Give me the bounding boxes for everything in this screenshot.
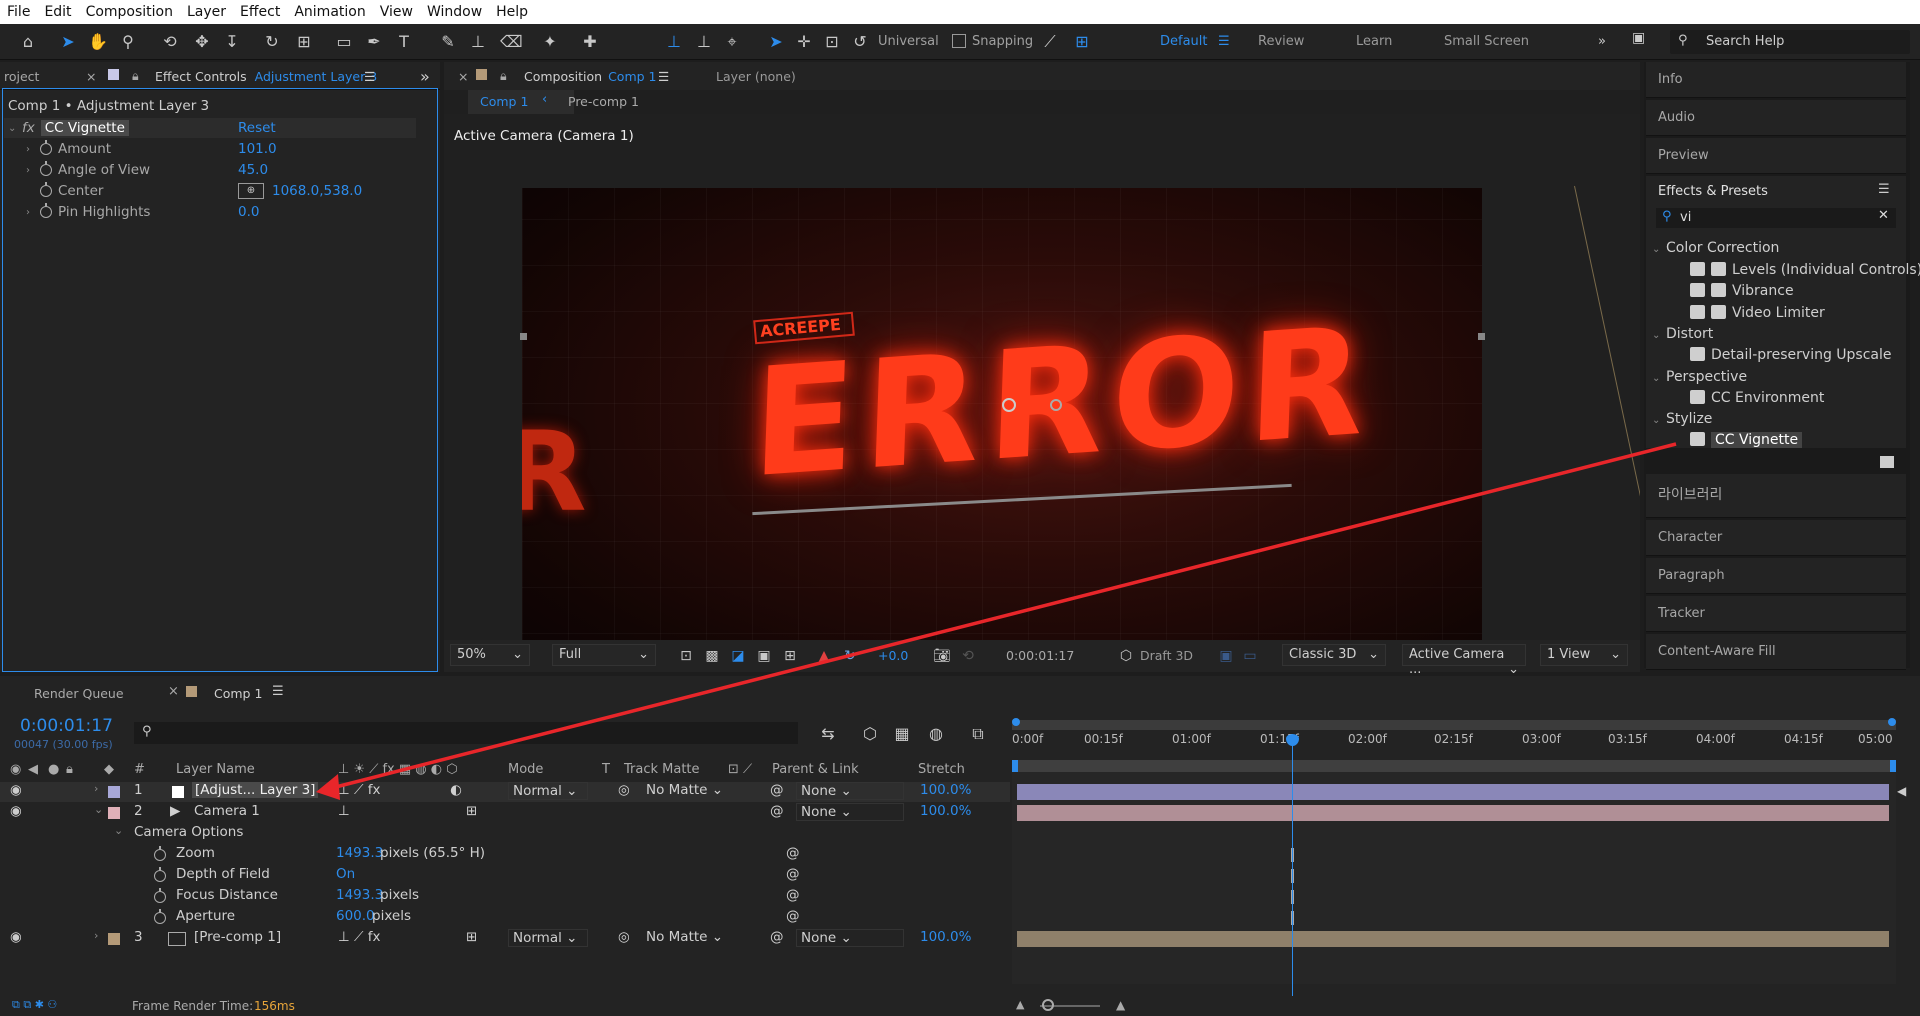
annotation-arrow-overlay bbox=[316, 442, 1677, 800]
annotation-arrow-head bbox=[316, 774, 340, 800]
annotation-arrow-line bbox=[323, 442, 1677, 792]
